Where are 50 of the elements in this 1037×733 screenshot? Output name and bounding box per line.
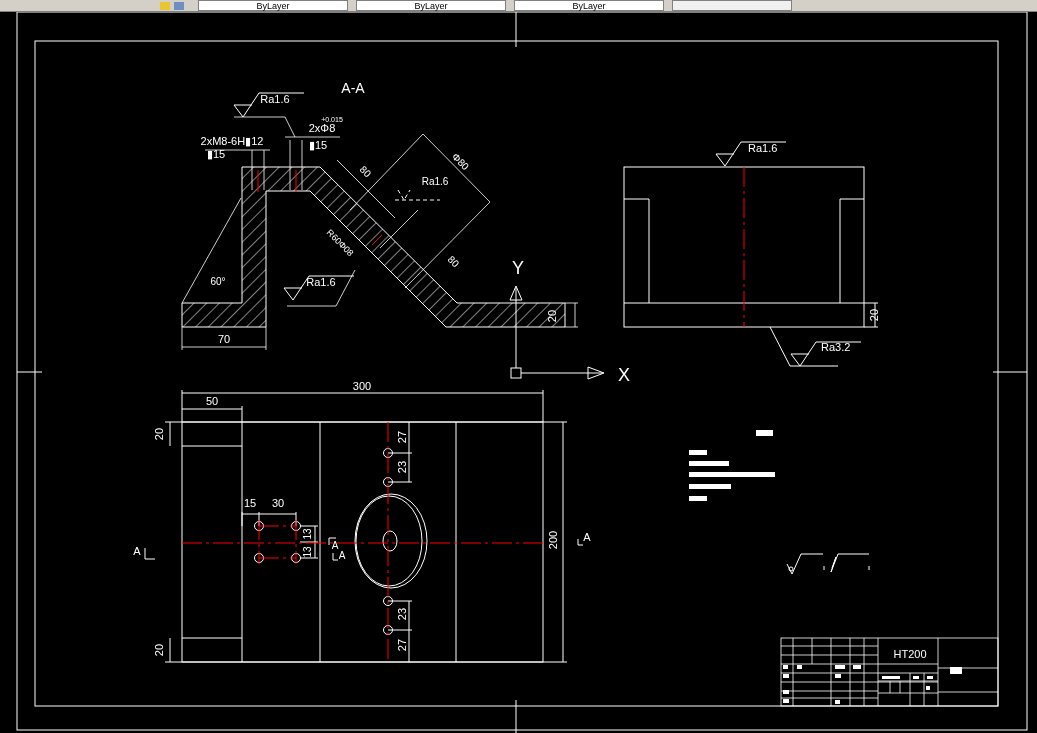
- dimension-label: Ra1.6: [421, 176, 449, 187]
- dimension-label: ▮15: [308, 139, 328, 151]
- dimension-label: 300: [352, 380, 372, 392]
- dimension-label: A: [583, 531, 591, 543]
- roughness-symbol-icon: [715, 141, 787, 167]
- roughness-symbol-icon: [790, 341, 862, 367]
- layers-icon[interactable]: [174, 1, 184, 10]
- ucs-axis-icon: [509, 285, 605, 380]
- dimension-label: 23: [396, 460, 408, 474]
- axis-label: Y: [512, 258, 524, 278]
- dimension-label: 70: [217, 333, 231, 345]
- layer-dropdown[interactable]: ByLayer: [514, 0, 664, 11]
- dimension-label: 2xM8-6H▮12: [200, 135, 264, 147]
- dashed-roughness-leader: [394, 189, 441, 201]
- dimension-label: 27: [396, 430, 408, 444]
- dimension-label: A: [133, 545, 141, 557]
- section-title: A-A: [341, 80, 365, 96]
- dimension-label: 20: [153, 427, 165, 441]
- dimension-label: 13: [302, 528, 313, 540]
- dimension-label: Φ80: [449, 150, 472, 173]
- dimension-label: 15: [243, 497, 257, 509]
- roughness-label: Ra1.6: [748, 142, 778, 154]
- dimension-label: 20: [546, 309, 558, 323]
- dimension-label: ▮15: [206, 148, 226, 160]
- dimension-label: 27: [396, 638, 408, 652]
- layer-dropdown[interactable]: ByLayer: [356, 0, 506, 11]
- layer-dropdown[interactable]: ByLayer: [198, 0, 348, 11]
- dimension-label: 23: [396, 607, 408, 621]
- dimension-label: 13: [302, 546, 313, 558]
- color-dropdown[interactable]: [672, 0, 792, 11]
- dimension-label: 200: [547, 530, 559, 550]
- dimension-label: 20: [153, 643, 165, 657]
- dimension-label: A: [331, 540, 339, 551]
- axis-label: X: [618, 365, 630, 385]
- layer-icon[interactable]: [160, 1, 170, 10]
- dimension-label: A: [338, 550, 346, 561]
- dimension-label: 2xΦ8: [308, 122, 336, 134]
- dimension-label: 50: [205, 395, 219, 407]
- dimension-label: 30: [271, 497, 285, 509]
- dimension-label: Ra1.6: [260, 93, 290, 105]
- material-label: HT200: [893, 648, 927, 660]
- dimension-label: 80: [445, 253, 462, 270]
- dimension-label: 20: [868, 308, 880, 322]
- dimension-label: Ra1.6: [306, 276, 336, 288]
- roughness-label: Ra3.2: [821, 341, 851, 353]
- roughness-symbol-icon: [283, 275, 355, 301]
- roughness-symbol-icon: [233, 92, 305, 118]
- dimension-label: 60°: [210, 276, 226, 287]
- roughness-symbols-icon: [786, 553, 870, 575]
- dimension-label: 80: [357, 163, 374, 180]
